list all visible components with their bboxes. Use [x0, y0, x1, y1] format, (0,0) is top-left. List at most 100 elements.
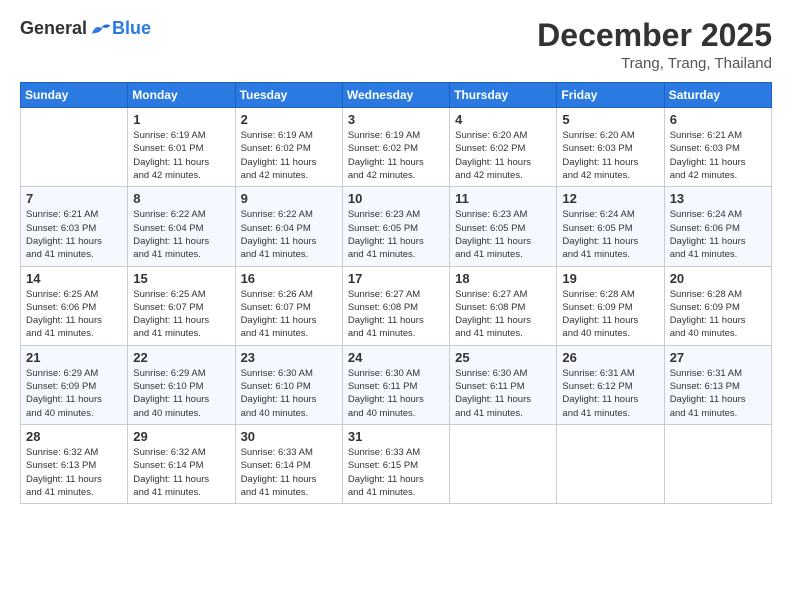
day-info: Sunrise: 6:32 AM Sunset: 6:14 PM Dayligh… — [133, 446, 229, 499]
day-cell: 21Sunrise: 6:29 AM Sunset: 6:09 PM Dayli… — [21, 345, 128, 424]
day-info: Sunrise: 6:28 AM Sunset: 6:09 PM Dayligh… — [670, 288, 766, 341]
day-cell: 14 Sunrise: 6:25 AM Sunset: 6:06 PM Dayli… — [21, 266, 128, 345]
day-cell: 31 Sunrise: 6:33 AM Sunset: 6:15 PM Dayli… — [342, 424, 449, 503]
day-cell — [450, 424, 557, 503]
day-info: Sunrise: 6:31 AM Sunset: 6:13 PM Dayligh… — [670, 367, 766, 420]
day-info: Sunrise: 6:23 AM Sunset: 6:05 PM Dayligh… — [348, 208, 444, 261]
title-section: December 2025 Trang, Trang, Thailand — [537, 18, 772, 72]
col-header-thursday: Thursday — [450, 83, 557, 108]
day-number: 14 — [26, 271, 122, 286]
day-number: 4 — [455, 112, 551, 127]
day-info: Sunrise: 6:24 AM Sunset: 6:06 PM Dayligh… — [670, 208, 766, 261]
day-cell — [21, 108, 128, 187]
day-number: 24 — [348, 350, 444, 365]
day-cell: 13Sunrise: 6:24 AM Sunset: 6:06 PM Dayli… — [664, 187, 771, 266]
day-number: 23 — [241, 350, 337, 365]
day-number: 26 — [562, 350, 658, 365]
logo-general-text: General — [20, 18, 87, 39]
day-number: 7 — [26, 191, 122, 206]
col-header-sunday: Sunday — [21, 83, 128, 108]
day-info: Sunrise: 6:21 AM Sunset: 6:03 PM Dayligh… — [26, 208, 122, 261]
day-info: Sunrise: 6:30 AM Sunset: 6:11 PM Dayligh… — [455, 367, 551, 420]
day-number: 1 — [133, 112, 229, 127]
day-number: 10 — [348, 191, 444, 206]
day-number: 8 — [133, 191, 229, 206]
day-cell: 18 Sunrise: 6:27 AM Sunset: 6:08 PM Dayli… — [450, 266, 557, 345]
day-cell: 8 Sunrise: 6:22 AM Sunset: 6:04 PM Daylig… — [128, 187, 235, 266]
day-info: Sunrise: 6:27 AM Sunset: 6:08 PM Dayligh… — [455, 288, 551, 341]
day-number: 12 — [562, 191, 658, 206]
header: General Blue December 2025 Trang, Trang,… — [20, 18, 772, 72]
day-info: Sunrise: 6:22 AM Sunset: 6:04 PM Dayligh… — [241, 208, 337, 261]
day-cell: 19Sunrise: 6:28 AM Sunset: 6:09 PM Dayli… — [557, 266, 664, 345]
day-info: Sunrise: 6:31 AM Sunset: 6:12 PM Dayligh… — [562, 367, 658, 420]
day-number: 29 — [133, 429, 229, 444]
col-header-tuesday: Tuesday — [235, 83, 342, 108]
day-cell: 12 Sunrise: 6:24 AM Sunset: 6:05 PM Dayli… — [557, 187, 664, 266]
day-cell: 2 Sunrise: 6:19 AM Sunset: 6:02 PM Daylig… — [235, 108, 342, 187]
page: General Blue December 2025 Trang, Trang,… — [0, 0, 792, 612]
week-row-4: 21Sunrise: 6:29 AM Sunset: 6:09 PM Dayli… — [21, 345, 772, 424]
day-info: Sunrise: 6:23 AM Sunset: 6:05 PM Dayligh… — [455, 208, 551, 261]
day-info: Sunrise: 6:29 AM Sunset: 6:09 PM Dayligh… — [26, 367, 122, 420]
week-row-2: 7 Sunrise: 6:21 AM Sunset: 6:03 PM Daylig… — [21, 187, 772, 266]
day-number: 27 — [670, 350, 766, 365]
day-info: Sunrise: 6:19 AM Sunset: 6:02 PM Dayligh… — [241, 129, 337, 182]
week-row-5: 28 Sunrise: 6:32 AM Sunset: 6:13 PM Dayli… — [21, 424, 772, 503]
week-row-3: 14 Sunrise: 6:25 AM Sunset: 6:06 PM Dayli… — [21, 266, 772, 345]
day-number: 5 — [562, 112, 658, 127]
calendar: SundayMondayTuesdayWednesdayThursdayFrid… — [20, 82, 772, 504]
col-header-friday: Friday — [557, 83, 664, 108]
col-header-saturday: Saturday — [664, 83, 771, 108]
day-info: Sunrise: 6:25 AM Sunset: 6:06 PM Dayligh… — [26, 288, 122, 341]
day-info: Sunrise: 6:30 AM Sunset: 6:11 PM Dayligh… — [348, 367, 444, 420]
day-number: 28 — [26, 429, 122, 444]
logo: General Blue — [20, 18, 151, 39]
day-cell: 7 Sunrise: 6:21 AM Sunset: 6:03 PM Daylig… — [21, 187, 128, 266]
day-number: 3 — [348, 112, 444, 127]
day-cell: 16Sunrise: 6:26 AM Sunset: 6:07 PM Dayli… — [235, 266, 342, 345]
header-row: SundayMondayTuesdayWednesdayThursdayFrid… — [21, 83, 772, 108]
day-cell: 23Sunrise: 6:30 AM Sunset: 6:10 PM Dayli… — [235, 345, 342, 424]
day-number: 31 — [348, 429, 444, 444]
day-number: 6 — [670, 112, 766, 127]
day-number: 17 — [348, 271, 444, 286]
day-info: Sunrise: 6:19 AM Sunset: 6:02 PM Dayligh… — [348, 129, 444, 182]
day-info: Sunrise: 6:26 AM Sunset: 6:07 PM Dayligh… — [241, 288, 337, 341]
day-info: Sunrise: 6:32 AM Sunset: 6:13 PM Dayligh… — [26, 446, 122, 499]
day-info: Sunrise: 6:29 AM Sunset: 6:10 PM Dayligh… — [133, 367, 229, 420]
day-cell: 6 Sunrise: 6:21 AM Sunset: 6:03 PM Daylig… — [664, 108, 771, 187]
month-title: December 2025 — [537, 18, 772, 53]
day-cell: 15Sunrise: 6:25 AM Sunset: 6:07 PM Dayli… — [128, 266, 235, 345]
day-info: Sunrise: 6:25 AM Sunset: 6:07 PM Dayligh… — [133, 288, 229, 341]
day-cell: 27 Sunrise: 6:31 AM Sunset: 6:13 PM Dayli… — [664, 345, 771, 424]
day-cell: 26 Sunrise: 6:31 AM Sunset: 6:12 PM Dayli… — [557, 345, 664, 424]
day-cell: 29 Sunrise: 6:32 AM Sunset: 6:14 PM Dayli… — [128, 424, 235, 503]
day-number: 2 — [241, 112, 337, 127]
day-cell: 5Sunrise: 6:20 AM Sunset: 6:03 PM Daylig… — [557, 108, 664, 187]
day-info: Sunrise: 6:22 AM Sunset: 6:04 PM Dayligh… — [133, 208, 229, 261]
day-cell: 4 Sunrise: 6:20 AM Sunset: 6:02 PM Daylig… — [450, 108, 557, 187]
logo-blue-text: Blue — [112, 18, 151, 39]
day-info: Sunrise: 6:21 AM Sunset: 6:03 PM Dayligh… — [670, 129, 766, 182]
day-cell: 25Sunrise: 6:30 AM Sunset: 6:11 PM Dayli… — [450, 345, 557, 424]
day-cell: 11Sunrise: 6:23 AM Sunset: 6:05 PM Dayli… — [450, 187, 557, 266]
day-cell: 10 Sunrise: 6:23 AM Sunset: 6:05 PM Dayli… — [342, 187, 449, 266]
day-cell: 1Sunrise: 6:19 AM Sunset: 6:01 PM Daylig… — [128, 108, 235, 187]
day-number: 18 — [455, 271, 551, 286]
day-cell — [664, 424, 771, 503]
week-row-1: 1Sunrise: 6:19 AM Sunset: 6:01 PM Daylig… — [21, 108, 772, 187]
day-number: 20 — [670, 271, 766, 286]
day-cell: 3 Sunrise: 6:19 AM Sunset: 6:02 PM Daylig… — [342, 108, 449, 187]
day-cell: 30Sunrise: 6:33 AM Sunset: 6:14 PM Dayli… — [235, 424, 342, 503]
day-info: Sunrise: 6:33 AM Sunset: 6:15 PM Dayligh… — [348, 446, 444, 499]
day-info: Sunrise: 6:20 AM Sunset: 6:02 PM Dayligh… — [455, 129, 551, 182]
logo-bird-icon — [90, 20, 112, 38]
day-info: Sunrise: 6:24 AM Sunset: 6:05 PM Dayligh… — [562, 208, 658, 261]
col-header-wednesday: Wednesday — [342, 83, 449, 108]
col-header-monday: Monday — [128, 83, 235, 108]
day-cell — [557, 424, 664, 503]
day-cell: 17 Sunrise: 6:27 AM Sunset: 6:08 PM Dayli… — [342, 266, 449, 345]
day-number: 19 — [562, 271, 658, 286]
day-info: Sunrise: 6:27 AM Sunset: 6:08 PM Dayligh… — [348, 288, 444, 341]
